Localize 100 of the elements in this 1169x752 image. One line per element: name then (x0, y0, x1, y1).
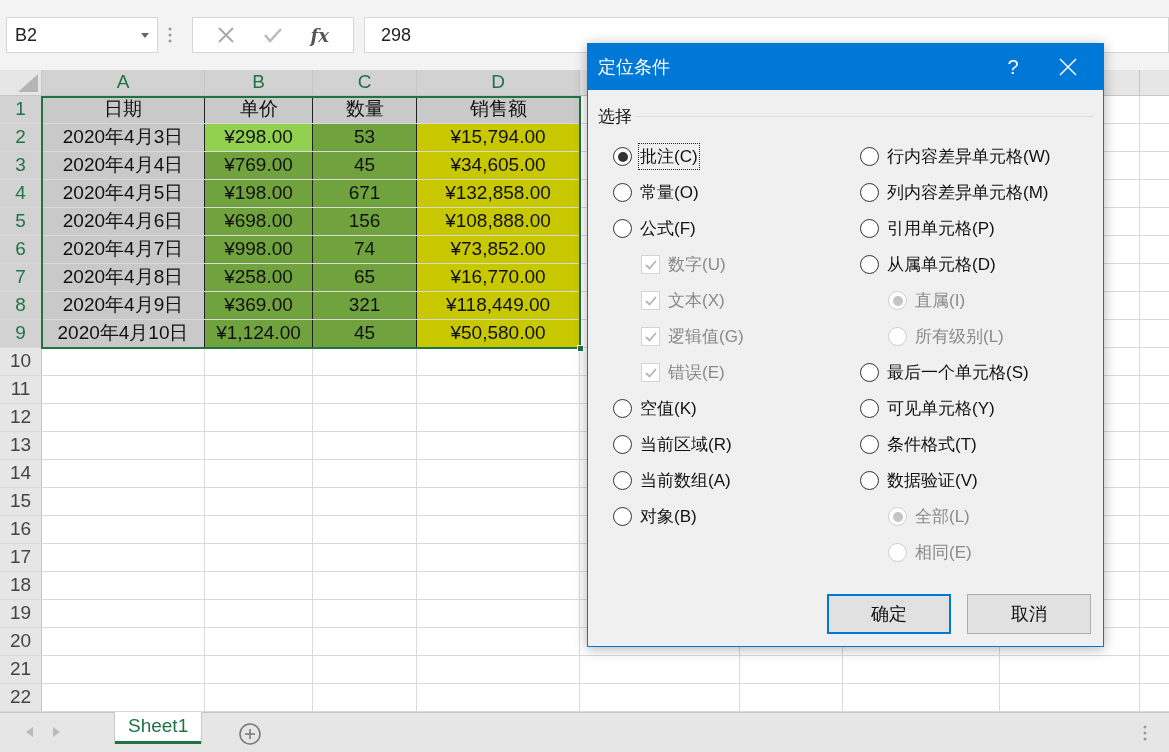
row-header[interactable]: 13 (0, 432, 42, 459)
table-cell: ¥16,770.00 (417, 264, 580, 291)
table-cell: ¥108,888.00 (417, 208, 580, 235)
radio-button[interactable] (613, 471, 632, 490)
option-label: 相同(E) (914, 541, 973, 564)
row-header[interactable]: 11 (0, 376, 42, 403)
table-cell: ¥73,852.00 (417, 236, 580, 263)
table-cell: 数量 (313, 96, 417, 123)
table-cell: 53 (313, 124, 417, 151)
table-cell: ¥369.00 (205, 292, 313, 319)
radio-button[interactable] (613, 183, 632, 202)
radio-button[interactable] (860, 147, 879, 166)
option-label: 当前数组(A) (639, 469, 732, 492)
row-header[interactable]: 1 (0, 96, 42, 123)
row-header[interactable]: 12 (0, 404, 42, 431)
row-header[interactable]: 7 (0, 264, 42, 291)
row-header[interactable]: 18 (0, 572, 42, 599)
table-cell: 销售额 (417, 96, 580, 123)
table-cell: ¥769.00 (205, 152, 313, 179)
option-label: 可见单元格(Y) (886, 397, 996, 420)
table-cell: ¥50,580.00 (417, 320, 580, 347)
table-cell: 单价 (205, 96, 313, 123)
option-label: 数字(U) (667, 253, 727, 276)
option-label: 公式(F) (639, 217, 697, 240)
row-header[interactable]: 21 (0, 656, 42, 683)
dialog-title: 定位条件 (598, 55, 670, 79)
table-cell: 2020年4月9日 (42, 292, 205, 319)
radio-button[interactable] (860, 363, 879, 382)
table-cell: ¥198.00 (205, 180, 313, 207)
radio-button[interactable] (613, 435, 632, 454)
radio-button[interactable] (860, 399, 879, 418)
table-cell: 671 (313, 180, 417, 207)
column-header[interactable]: B (205, 70, 313, 95)
row-header[interactable]: 4 (0, 180, 42, 207)
row-header[interactable]: 5 (0, 208, 42, 235)
dialog-button[interactable]: 确定 (827, 594, 951, 634)
sheet-tab[interactable]: Sheet1 (115, 712, 202, 744)
row-header[interactable]: 14 (0, 460, 42, 487)
option-label: 逻辑值(G) (667, 325, 745, 348)
radio-button[interactable] (860, 435, 879, 454)
table-cell: 45 (313, 152, 417, 179)
row-header[interactable]: 9 (0, 320, 42, 347)
table-cell: ¥34,605.00 (417, 152, 580, 179)
radio-button[interactable] (613, 147, 632, 166)
table-cell: ¥1,124.00 (205, 320, 313, 347)
radio-button[interactable] (613, 507, 632, 526)
table-cell: 2020年4月8日 (42, 264, 205, 291)
radio-button[interactable] (613, 219, 632, 238)
dialog-button[interactable]: 取消 (967, 594, 1091, 634)
option-label: 错误(E) (667, 361, 726, 384)
table-cell: ¥118,449.00 (417, 292, 580, 319)
table-cell: ¥698.00 (205, 208, 313, 235)
row-header[interactable]: 2 (0, 124, 42, 151)
row-header[interactable]: 20 (0, 628, 42, 655)
table-cell: ¥132,858.00 (417, 180, 580, 207)
grip-icon (168, 27, 172, 43)
table-cell: 2020年4月7日 (42, 236, 205, 263)
help-button[interactable]: ? (993, 52, 1033, 82)
radio-button[interactable] (860, 255, 879, 274)
option-label: 空值(K) (639, 397, 698, 420)
grip-icon (1143, 725, 1147, 741)
radio-button[interactable] (613, 399, 632, 418)
row-header[interactable]: 17 (0, 544, 42, 571)
name-box[interactable]: B2 (6, 17, 158, 53)
table-cell: ¥258.00 (205, 264, 313, 291)
row-header[interactable]: 16 (0, 516, 42, 543)
dropdown-icon (141, 32, 149, 38)
row-header[interactable]: 22 (0, 684, 42, 711)
option-label: 行内容差异单元格(W) (886, 145, 1052, 168)
table-cell: 2020年4月6日 (42, 208, 205, 235)
row-header[interactable]: 19 (0, 600, 42, 627)
table-cell: 321 (313, 292, 417, 319)
column-header[interactable]: D (417, 70, 580, 95)
row-header[interactable]: 15 (0, 488, 42, 515)
fill-handle[interactable] (577, 345, 584, 352)
option-label: 条件格式(T) (886, 433, 978, 456)
insert-function-button[interactable]: fx (310, 21, 330, 49)
row-header[interactable]: 6 (0, 236, 42, 263)
row-header[interactable]: 10 (0, 348, 42, 375)
option-label: 当前区域(R) (639, 433, 733, 456)
table-cell: 2020年4月5日 (42, 180, 205, 207)
option-label: 对象(B) (639, 505, 698, 528)
radio-button[interactable] (860, 219, 879, 238)
check-icon[interactable] (262, 27, 283, 43)
table-cell: 156 (313, 208, 417, 235)
column-header[interactable]: A (42, 70, 205, 95)
column-header[interactable]: C (313, 70, 417, 95)
row-header[interactable]: 3 (0, 152, 42, 179)
table-cell: 日期 (42, 96, 205, 123)
radio-button[interactable] (860, 471, 879, 490)
option-label: 批注(C) (639, 143, 699, 170)
add-sheet-icon[interactable] (239, 723, 262, 745)
option-label: 文本(X) (667, 289, 726, 312)
option-label: 直属(I) (914, 289, 967, 312)
row-header[interactable]: 8 (0, 292, 42, 319)
option-label: 列内容差异单元格(M) (886, 181, 1050, 204)
table-cell: 2020年4月3日 (42, 124, 205, 151)
option-label: 最后一个单元格(S) (886, 361, 1030, 384)
option-label: 常量(O) (639, 181, 700, 204)
radio-button[interactable] (860, 183, 879, 202)
